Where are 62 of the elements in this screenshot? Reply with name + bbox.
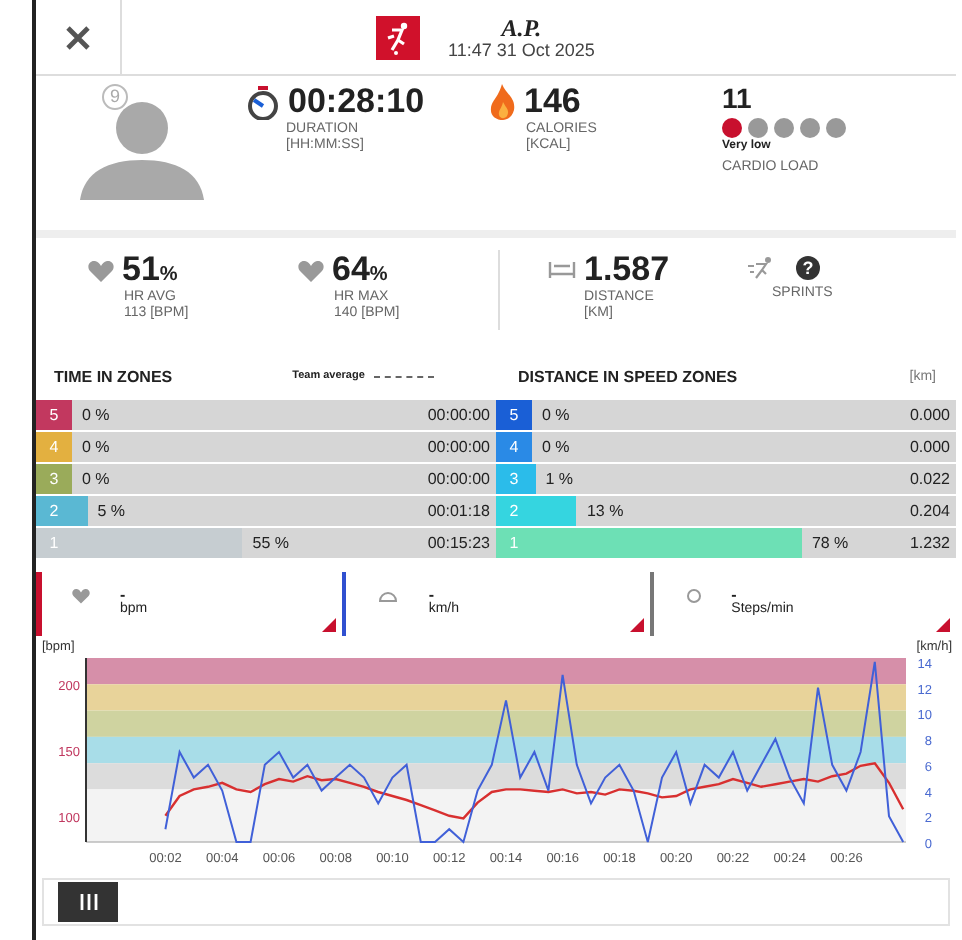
zone-number: 3: [36, 464, 72, 494]
runner-logo-icon: [376, 15, 420, 59]
speed-zones-title: DISTANCE IN SPEED ZONES: [518, 367, 738, 385]
zone-number: 1: [496, 528, 532, 558]
stopwatch-icon: [246, 85, 280, 119]
zone-number: 1: [36, 528, 72, 558]
zone-number: 2: [36, 496, 72, 526]
zone-number: 5: [36, 400, 72, 430]
zone-percent: 0 %: [540, 406, 572, 424]
zone-distance: 1.232: [907, 532, 952, 556]
cardio-load-value: 11: [722, 82, 754, 114]
zone-distance: 0.022: [907, 468, 952, 492]
time-in-zones-title: TIME IN ZONES: [54, 367, 173, 385]
sprints-value: ?: [796, 256, 820, 280]
zone-time: 00:15:23: [425, 532, 492, 556]
zone-percent: 1 %: [543, 470, 576, 488]
zone-distance: 0.000: [907, 404, 952, 428]
zone-number: 2: [496, 496, 532, 526]
distance-icon: [548, 260, 576, 280]
dashed-line-icon: [374, 375, 435, 377]
sensor-value: -: [120, 588, 126, 602]
zone-percent: 5 %: [95, 502, 128, 520]
metric-value: 1.587: [584, 250, 670, 290]
zone-percent: 0 %: [80, 406, 112, 424]
sensor-value: -: [428, 588, 434, 602]
player-initials: A.P.: [501, 15, 542, 39]
timeline-scrollbar[interactable]: [42, 878, 950, 926]
session-datetime: 11:47 31 Oct 2025: [448, 39, 595, 59]
zone-number: 4: [36, 432, 72, 462]
heart-icon: [88, 259, 114, 281]
corner-triangle-icon: [629, 618, 644, 632]
corner-triangle-icon: [935, 618, 950, 632]
flame-icon: [490, 84, 516, 120]
zone-percent: 0 %: [540, 438, 572, 456]
speedometer-icon: [378, 588, 399, 602]
zone-distance: 0.204: [907, 500, 952, 524]
zone-time: 00:00:00: [425, 468, 492, 492]
duration-value: 00:28:10: [288, 82, 425, 122]
zone-time: 00:00:00: [425, 436, 492, 460]
calories-value: 146: [524, 82, 581, 122]
sensor-value: -: [731, 588, 737, 602]
zone-percent: 0 %: [80, 470, 112, 488]
close-icon[interactable]: [66, 25, 90, 49]
metric-value: 51%: [122, 250, 178, 290]
zone-distance: 0.000: [907, 436, 952, 460]
zone-number: 4: [496, 432, 532, 462]
zone-percent: 13 %: [584, 502, 626, 520]
zone-percent: 78 %: [809, 534, 851, 552]
zone-percent: 0 %: [80, 438, 112, 456]
heart-icon: [72, 588, 90, 604]
zone-time: 00:01:18: [425, 500, 492, 524]
grip-icon: [79, 894, 97, 910]
heart-icon: [298, 259, 324, 281]
zone-number: 3: [496, 464, 532, 494]
zone-number: 5: [496, 400, 532, 430]
runner-icon: [748, 256, 776, 280]
metric-value: 64%: [332, 250, 388, 290]
zone-time: 00:00:00: [425, 404, 492, 428]
scroll-handle[interactable]: [58, 882, 118, 922]
circle-icon: [685, 588, 702, 604]
zone-percent: 55 %: [250, 534, 291, 552]
corner-triangle-icon: [322, 618, 337, 632]
